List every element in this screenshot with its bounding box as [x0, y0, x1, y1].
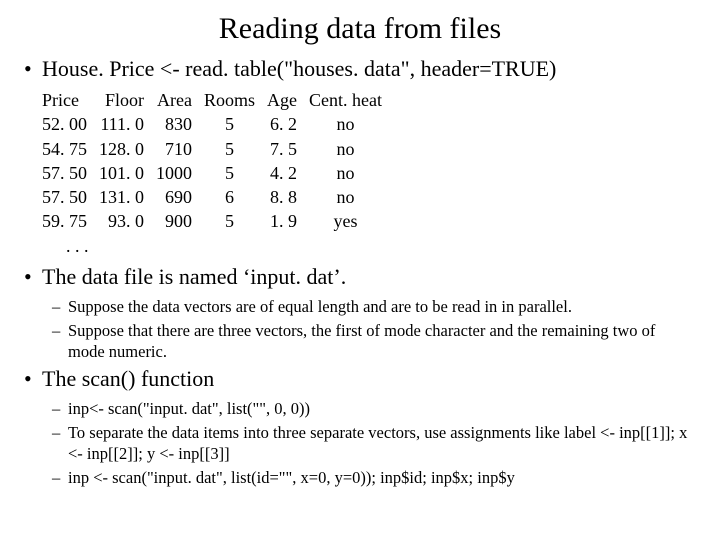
- sub-equal-length: – Suppose the data vectors are of equal …: [52, 296, 696, 317]
- sub-scan-named: – inp <- scan("input. dat", list(id="", …: [52, 467, 696, 488]
- bullet-text: The data file is named ‘input. dat’.: [42, 264, 346, 290]
- col-header: Cent. heat: [309, 88, 394, 112]
- bullet-dot: •: [24, 366, 42, 392]
- bullet-text: The scan() function: [42, 366, 214, 392]
- sub-separate-vectors: – To separate the data items into three …: [52, 422, 696, 465]
- sub-text: Suppose the data vectors are of equal le…: [68, 296, 696, 317]
- col-header: Floor: [99, 88, 156, 112]
- col-header: Age: [267, 88, 309, 112]
- dash-icon: –: [52, 398, 68, 419]
- table-row: 59. 75 93. 0 900 5 1. 9 yes: [42, 209, 394, 233]
- dash-icon: –: [52, 467, 68, 488]
- col-header: Price: [42, 88, 99, 112]
- bullet-scan-function: • The scan() function: [24, 366, 696, 392]
- data-table: Price Floor Area Rooms Age Cent. heat 52…: [42, 88, 696, 258]
- col-header: Area: [156, 88, 204, 112]
- sub-text: inp <- scan("input. dat", list(id="", x=…: [68, 467, 696, 488]
- bullet-dot: •: [24, 56, 42, 82]
- sub-text: Suppose that there are three vectors, th…: [68, 320, 696, 363]
- table-header-row: Price Floor Area Rooms Age Cent. heat: [42, 88, 394, 112]
- dash-icon: –: [52, 296, 68, 317]
- sub-text: inp<- scan("input. dat", list("", 0, 0)): [68, 398, 696, 419]
- bullet-input-dat: • The data file is named ‘input. dat’.: [24, 264, 696, 290]
- table-row: 52. 00 111. 0 830 5 6. 2 no: [42, 112, 394, 136]
- table-row: 54. 75 128. 0 710 5 7. 5 no: [42, 137, 394, 161]
- table-row: 57. 50 101. 0 1000 5 4. 2 no: [42, 161, 394, 185]
- page-title: Reading data from files: [24, 12, 696, 46]
- dash-icon: –: [52, 320, 68, 363]
- table-row: 57. 50 131. 0 690 6 8. 8 no: [42, 185, 394, 209]
- bullet-read-table: • House. Price <- read. table("houses. d…: [24, 56, 696, 82]
- col-header: Rooms: [204, 88, 267, 112]
- dash-icon: –: [52, 422, 68, 465]
- bullet-text: House. Price <- read. table("houses. dat…: [42, 56, 556, 82]
- sub-scan-call: – inp<- scan("input. dat", list("", 0, 0…: [52, 398, 696, 419]
- sub-three-vectors: – Suppose that there are three vectors, …: [52, 320, 696, 363]
- sub-text: To separate the data items into three se…: [68, 422, 696, 465]
- bullet-dot: •: [24, 264, 42, 290]
- table-ellipsis: . . .: [42, 234, 696, 258]
